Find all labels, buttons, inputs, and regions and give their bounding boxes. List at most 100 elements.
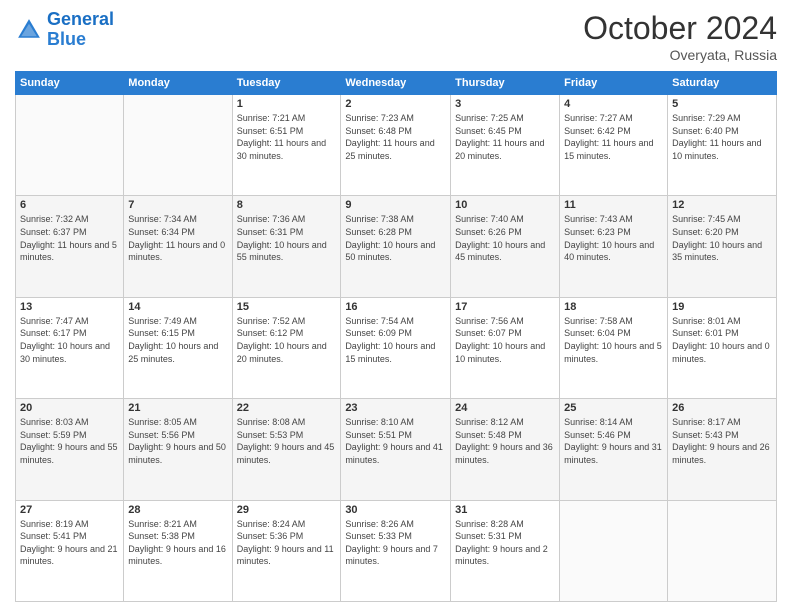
calendar-cell: 15 Sunrise: 7:52 AMSunset: 6:12 PMDayligh… — [232, 297, 341, 398]
day-number: 28 — [128, 504, 227, 516]
calendar-cell: 22 Sunrise: 8:08 AMSunset: 5:53 PMDayligh… — [232, 399, 341, 500]
calendar-cell: 14 Sunrise: 7:49 AMSunset: 6:15 PMDayligh… — [124, 297, 232, 398]
day-info: Sunrise: 7:34 AMSunset: 6:34 PMDaylight:… — [128, 213, 227, 263]
calendar-cell: 31Sunrise: 8:28 AMSunset: 5:31 PMDayligh… — [451, 500, 560, 601]
day-number: 6 — [20, 199, 119, 211]
col-tuesday: Tuesday — [232, 72, 341, 95]
day-info: Sunrise: 7:36 AMSunset: 6:31 PMDaylight:… — [237, 213, 337, 263]
day-number: 13 — [20, 301, 119, 313]
calendar-cell: 13 Sunrise: 7:47 AMSunset: 6:17 PMDayligh… — [16, 297, 124, 398]
calendar-cell: 24Sunrise: 8:12 AMSunset: 5:48 PMDayligh… — [451, 399, 560, 500]
calendar-cell: 25 Sunrise: 8:14 AMSunset: 5:46 PMDayligh… — [560, 399, 668, 500]
day-number: 10 — [455, 199, 555, 211]
day-info: Sunrise: 7:21 AMSunset: 6:51 PMDaylight:… — [237, 112, 337, 162]
day-info: Sunrise: 7:47 AMSunset: 6:17 PMDaylight:… — [20, 315, 119, 365]
day-number: 12 — [672, 199, 772, 211]
day-number: 8 — [237, 199, 337, 211]
calendar-week-row: 27 Sunrise: 8:19 AMSunset: 5:41 PMDayligh… — [16, 500, 777, 601]
day-number: 15 — [237, 301, 337, 313]
day-number: 22 — [237, 402, 337, 414]
calendar-cell: 29Sunrise: 8:24 AMSunset: 5:36 PMDayligh… — [232, 500, 341, 601]
calendar-cell: 2 Sunrise: 7:23 AMSunset: 6:48 PMDaylight… — [341, 95, 451, 196]
day-info: Sunrise: 8:08 AMSunset: 5:53 PMDaylight:… — [237, 416, 337, 466]
day-info: Sunrise: 8:01 AMSunset: 6:01 PMDaylight:… — [672, 315, 772, 365]
day-number: 17 — [455, 301, 555, 313]
day-info: Sunrise: 7:23 AMSunset: 6:48 PMDaylight:… — [345, 112, 446, 162]
calendar-cell: 26Sunrise: 8:17 AMSunset: 5:43 PMDayligh… — [668, 399, 777, 500]
day-number: 25 — [564, 402, 663, 414]
calendar-cell: 5 Sunrise: 7:29 AMSunset: 6:40 PMDaylight… — [668, 95, 777, 196]
calendar-cell: 16Sunrise: 7:54 AMSunset: 6:09 PMDayligh… — [341, 297, 451, 398]
day-info: Sunrise: 7:43 AMSunset: 6:23 PMDaylight:… — [564, 213, 663, 263]
day-info: Sunrise: 7:45 AMSunset: 6:20 PMDaylight:… — [672, 213, 772, 263]
month-title: October 2024 — [583, 10, 777, 47]
calendar-header-row: Sunday Monday Tuesday Wednesday Thursday… — [16, 72, 777, 95]
calendar-cell: 28 Sunrise: 8:21 AMSunset: 5:38 PMDayligh… — [124, 500, 232, 601]
day-number: 9 — [345, 199, 446, 211]
day-number: 20 — [20, 402, 119, 414]
day-info: Sunrise: 7:58 AMSunset: 6:04 PMDaylight:… — [564, 315, 663, 365]
day-info: Sunrise: 8:10 AMSunset: 5:51 PMDaylight:… — [345, 416, 446, 466]
day-number: 21 — [128, 402, 227, 414]
calendar-cell: 18 Sunrise: 7:58 AMSunset: 6:04 PMDayligh… — [560, 297, 668, 398]
calendar-week-row: 6 Sunrise: 7:32 AMSunset: 6:37 PMDaylight… — [16, 196, 777, 297]
day-info: Sunrise: 8:05 AMSunset: 5:56 PMDaylight:… — [128, 416, 227, 466]
col-monday: Monday — [124, 72, 232, 95]
day-info: Sunrise: 7:49 AMSunset: 6:15 PMDaylight:… — [128, 315, 227, 365]
day-info: Sunrise: 7:29 AMSunset: 6:40 PMDaylight:… — [672, 112, 772, 162]
calendar-cell: 4Sunrise: 7:27 AMSunset: 6:42 PMDaylight… — [560, 95, 668, 196]
day-info: Sunrise: 8:21 AMSunset: 5:38 PMDaylight:… — [128, 518, 227, 568]
calendar-cell: 17 Sunrise: 7:56 AMSunset: 6:07 PMDayligh… — [451, 297, 560, 398]
calendar-week-row: 1Sunrise: 7:21 AMSunset: 6:51 PMDaylight… — [16, 95, 777, 196]
logo-icon — [15, 16, 43, 44]
day-number: 4 — [564, 98, 663, 110]
calendar-cell: 9Sunrise: 7:38 AMSunset: 6:28 PMDaylight… — [341, 196, 451, 297]
day-number: 23 — [345, 402, 446, 414]
day-number: 3 — [455, 98, 555, 110]
calendar-cell — [16, 95, 124, 196]
day-info: Sunrise: 8:19 AMSunset: 5:41 PMDaylight:… — [20, 518, 119, 568]
day-info: Sunrise: 7:25 AMSunset: 6:45 PMDaylight:… — [455, 112, 555, 162]
day-info: Sunrise: 7:52 AMSunset: 6:12 PMDaylight:… — [237, 315, 337, 365]
day-info: Sunrise: 8:26 AMSunset: 5:33 PMDaylight:… — [345, 518, 446, 568]
calendar-cell: 12 Sunrise: 7:45 AMSunset: 6:20 PMDayligh… — [668, 196, 777, 297]
col-saturday: Saturday — [668, 72, 777, 95]
location: Overyata, Russia — [583, 47, 777, 63]
calendar-cell: 6 Sunrise: 7:32 AMSunset: 6:37 PMDaylight… — [16, 196, 124, 297]
calendar-cell: 19 Sunrise: 8:01 AMSunset: 6:01 PMDayligh… — [668, 297, 777, 398]
day-number: 16 — [345, 301, 446, 313]
day-number: 5 — [672, 98, 772, 110]
day-number: 29 — [237, 504, 337, 516]
calendar-cell: 3 Sunrise: 7:25 AMSunset: 6:45 PMDaylight… — [451, 95, 560, 196]
calendar-cell: 21 Sunrise: 8:05 AMSunset: 5:56 PMDayligh… — [124, 399, 232, 500]
calendar-cell — [668, 500, 777, 601]
col-wednesday: Wednesday — [341, 72, 451, 95]
day-number: 24 — [455, 402, 555, 414]
day-number: 30 — [345, 504, 446, 516]
day-number: 14 — [128, 301, 227, 313]
calendar-cell: 10 Sunrise: 7:40 AMSunset: 6:26 PMDayligh… — [451, 196, 560, 297]
day-number: 31 — [455, 504, 555, 516]
col-friday: Friday — [560, 72, 668, 95]
calendar-cell — [124, 95, 232, 196]
calendar-table: Sunday Monday Tuesday Wednesday Thursday… — [15, 71, 777, 602]
logo: General Blue — [15, 10, 114, 50]
day-info: Sunrise: 7:56 AMSunset: 6:07 PMDaylight:… — [455, 315, 555, 365]
day-number: 2 — [345, 98, 446, 110]
day-info: Sunrise: 7:32 AMSunset: 6:37 PMDaylight:… — [20, 213, 119, 263]
calendar-cell: 1Sunrise: 7:21 AMSunset: 6:51 PMDaylight… — [232, 95, 341, 196]
calendar-cell: 23 Sunrise: 8:10 AMSunset: 5:51 PMDayligh… — [341, 399, 451, 500]
calendar-week-row: 13 Sunrise: 7:47 AMSunset: 6:17 PMDayligh… — [16, 297, 777, 398]
calendar-cell: 27 Sunrise: 8:19 AMSunset: 5:41 PMDayligh… — [16, 500, 124, 601]
calendar-cell: 30 Sunrise: 8:26 AMSunset: 5:33 PMDayligh… — [341, 500, 451, 601]
day-number: 27 — [20, 504, 119, 516]
day-number: 18 — [564, 301, 663, 313]
day-info: Sunrise: 8:14 AMSunset: 5:46 PMDaylight:… — [564, 416, 663, 466]
col-thursday: Thursday — [451, 72, 560, 95]
day-number: 19 — [672, 301, 772, 313]
day-info: Sunrise: 7:40 AMSunset: 6:26 PMDaylight:… — [455, 213, 555, 263]
day-number: 26 — [672, 402, 772, 414]
calendar-cell: 20Sunrise: 8:03 AMSunset: 5:59 PMDayligh… — [16, 399, 124, 500]
calendar-cell — [560, 500, 668, 601]
col-sunday: Sunday — [16, 72, 124, 95]
